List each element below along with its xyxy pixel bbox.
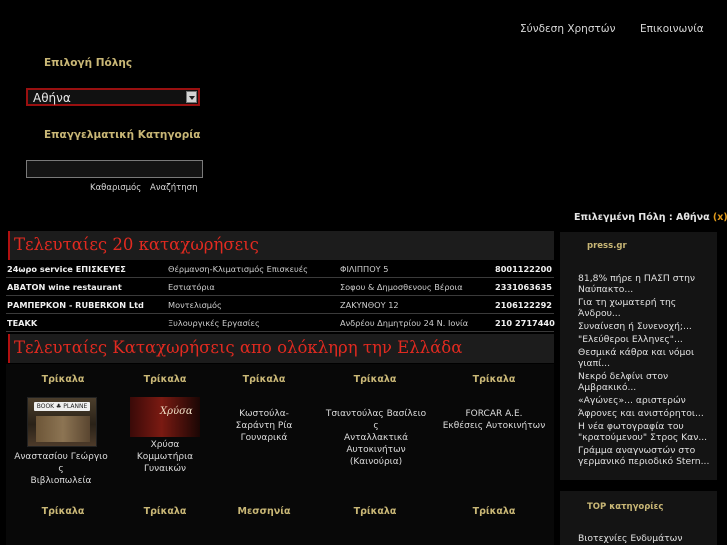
selected-city-text: Επιλεγμένη Πόλη : Αθήνα: [574, 212, 710, 223]
card-city: Τρίκαλα: [242, 374, 286, 385]
news-item[interactable]: "Ελεύθεροι Ελληνες"...: [578, 334, 718, 345]
bookstore-thumbnail[interactable]: BOOK ♣ PLANNE: [27, 397, 97, 447]
card-city: Μεσσηνία: [237, 506, 291, 517]
top-category-item[interactable]: Βιοτεχνίες Ενδυμάτων: [578, 533, 683, 544]
listing-name[interactable]: ΑΒΑΤΟΝ wine restaurant: [7, 282, 122, 292]
card-line: Γυναικών: [143, 464, 187, 474]
card-city: Τρίκαλα: [143, 506, 187, 517]
news-item[interactable]: Άφρονες και ανιστόρητοι...: [578, 408, 718, 419]
listing-category: Μοντελισμός: [168, 300, 222, 310]
category-label: Επαγγελματική Κατηγορία: [44, 129, 201, 141]
listing-phone: 8001122200: [495, 264, 552, 274]
news-item[interactable]: Θεσμικά κάθρα και νόμοι γιαπί...: [578, 347, 718, 369]
greece-title: Τελευταίες Καταχωρήσεις απο ολόκληρη την…: [8, 334, 554, 363]
card-city: Τρίκαλα: [353, 374, 397, 385]
card-title[interactable]: Τσιαντούλας Βασίλειο ς Ανταλλακτικά Αυτο…: [316, 408, 436, 468]
clear-button[interactable]: Καθαρισμός: [90, 183, 141, 193]
listing-category: Θέρμανση-Κλιματισμός Επισκευές: [168, 264, 308, 274]
card-line: Βιβλιοπωλεία: [30, 476, 92, 486]
shop-sign: BOOK ♣ PLANNE: [34, 402, 90, 411]
top-categories-title: TOP κατηγορίες: [587, 502, 664, 512]
card-line: (Καινούρια): [349, 457, 403, 467]
card-title[interactable]: Κωστούλα- Σαράντη Ρία Γουναρικά: [209, 408, 319, 444]
city-label: Επιλογή Πόλης: [44, 57, 133, 69]
card-title[interactable]: Αναστασίου Γεώργιο ς Βιβλιοπωλεία: [6, 451, 116, 487]
card-title[interactable]: FORCAR A.E. Εκθέσεις Αυτοκινήτων: [434, 408, 554, 432]
listing-phone: 2331063635: [495, 282, 552, 292]
news-item[interactable]: Νεκρό δελφίνι στον Αμβρακικό...: [578, 371, 718, 393]
category-input[interactable]: [26, 160, 203, 178]
news-item[interactable]: Η νέα φωτογραφία του "κρατούμενου" Στρος…: [578, 421, 718, 443]
news-list: 81,8% πήρε η ΠΑΣΠ στην Ναύπακτο... Για τ…: [578, 273, 718, 469]
card-city: Τρίκαλα: [143, 374, 187, 385]
search-button[interactable]: Αναζήτηση: [150, 183, 197, 193]
table-row[interactable]: 24ωρο service ΕΠΙΣΚΕΥΕΣ Θέρμανση-Κλιματι…: [6, 261, 554, 278]
thumbnail-logo: Χρύσα: [160, 406, 193, 417]
listing-address: ΦΙΛΙΠΠΟΥ 5: [340, 264, 389, 274]
latest-title: Τελευταίες 20 καταχωρήσεις: [8, 231, 554, 260]
listing-category: Εστιατόρια: [168, 282, 215, 292]
card-line: Σαράντη Ρία: [235, 421, 293, 431]
card-city: Τρίκαλα: [353, 506, 397, 517]
card-line: FORCAR A.E.: [465, 409, 523, 419]
login-link[interactable]: Σύνδεση Χρηστών: [520, 23, 615, 35]
card-line: ς: [373, 421, 379, 431]
listing-phone: 210 2717440: [495, 318, 555, 328]
card-title[interactable]: Χρύσα Κομμωτήρια Γυναικών: [110, 439, 220, 475]
news-item[interactable]: 81,8% πήρε η ΠΑΣΠ στην Ναύπακτο...: [578, 273, 718, 295]
listing-name[interactable]: ΡΑΜΠΕΡΚΟΝ - RUBERKON Ltd: [7, 300, 144, 310]
city-select[interactable]: Αθήνα: [26, 88, 200, 106]
table-row[interactable]: ΡΑΜΠΕΡΚΟΝ - RUBERKON Ltd Μοντελισμός ΖΑΚ…: [6, 297, 554, 314]
card-line: Αυτοκινήτων: [346, 445, 406, 455]
news-title[interactable]: press.gr: [587, 241, 627, 251]
shop-window: [36, 416, 90, 442]
chevron-down-icon[interactable]: [186, 91, 197, 103]
card-city: Τρίκαλα: [41, 374, 85, 385]
listing-address: Σοφου & Δημοσθενους Βέροια: [340, 282, 463, 292]
selected-city: Επιλεγμένη Πόλη : Αθήνα (x): [574, 212, 727, 223]
hair-salon-thumbnail[interactable]: Χρύσα: [130, 397, 200, 437]
listing-address: ΖΑΚΥΝΘΟΥ 12: [340, 300, 399, 310]
listing-phone: 2106122292: [495, 300, 552, 310]
table-row[interactable]: ΤΕΑΚΚ Ξυλουργικές Εργασίες Ανδρέου Δημητ…: [6, 315, 555, 332]
card-line: Κωστούλα-: [239, 409, 289, 419]
card-city: Τρίκαλα: [41, 506, 85, 517]
card-line: Εκθέσεις Αυτοκινήτων: [442, 421, 546, 431]
card-city: Τρίκαλα: [472, 374, 516, 385]
card-line: Αναστασίου Γεώργιο: [14, 452, 108, 462]
city-select-value: Αθήνα: [33, 91, 71, 105]
news-item[interactable]: Γράμμα αναγνωστών στο γερμανικό περιοδικ…: [578, 445, 718, 467]
card-line: Χρύσα: [150, 440, 180, 450]
card-line: Ανταλλακτικά: [343, 433, 409, 443]
card-line: Γουναρικά: [240, 433, 288, 443]
listing-name[interactable]: ΤΕΑΚΚ: [7, 318, 37, 328]
listing-name[interactable]: 24ωρο service ΕΠΙΣΚΕΥΕΣ: [7, 264, 126, 274]
listing-address: Ανδρέου Δημητρίου 24 Ν. Ιονία: [340, 318, 469, 328]
contact-link[interactable]: Επικοινωνία: [640, 23, 704, 35]
table-row[interactable]: ΑΒΑΤΟΝ wine restaurant Εστιατόρια Σοφου …: [6, 279, 554, 296]
news-item[interactable]: Συναίνεση ή Συνενοχή;...: [578, 321, 718, 332]
listing-category: Ξυλουργικές Εργασίες: [168, 318, 260, 328]
news-item[interactable]: Για τη χωματερή της Άνδρου...: [578, 297, 718, 319]
news-item[interactable]: «Αγώνες»... αριστερών: [578, 395, 718, 406]
card-city: Τρίκαλα: [472, 506, 516, 517]
card-line: ς: [58, 464, 64, 474]
card-line: Κομμωτήρια: [136, 452, 194, 462]
card-line: Τσιαντούλας Βασίλειο: [325, 409, 427, 419]
remove-city-link[interactable]: (x): [713, 212, 727, 223]
